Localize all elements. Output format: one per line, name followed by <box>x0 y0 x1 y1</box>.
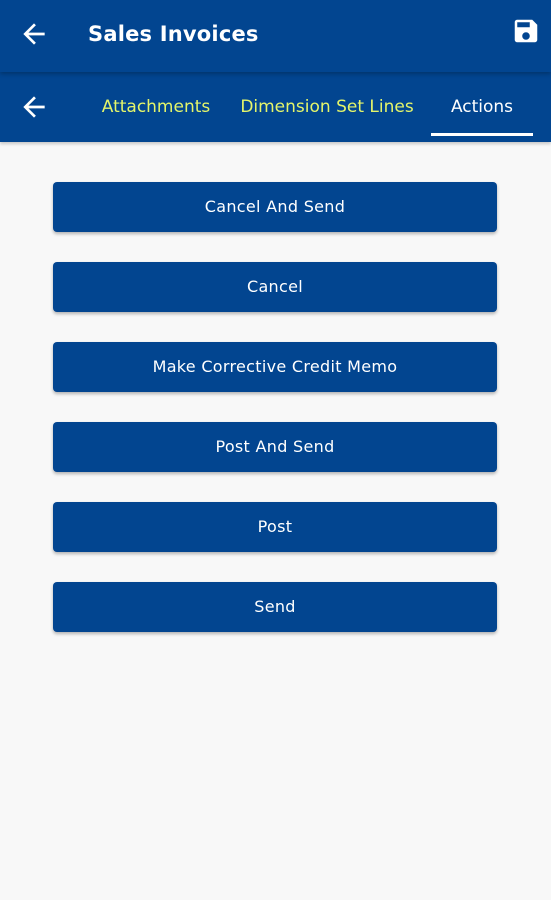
tab-attachments[interactable]: Attachments <box>96 72 216 142</box>
active-tab-indicator <box>431 133 533 136</box>
app-bar: Sales Invoices <box>0 0 551 72</box>
save-icon[interactable] <box>511 16 541 46</box>
tab-bar: Attachments Dimension Set Lines Actions <box>0 72 551 142</box>
page-title: Sales Invoices <box>88 22 259 46</box>
send-button[interactable]: Send <box>53 582 497 632</box>
cancel-button[interactable]: Cancel <box>53 262 497 312</box>
make-corrective-credit-memo-button[interactable]: Make Corrective Credit Memo <box>53 342 497 392</box>
post-and-send-button[interactable]: Post And Send <box>53 422 497 472</box>
tab-actions[interactable]: Actions <box>431 72 533 142</box>
tab-back-arrow-icon[interactable] <box>18 91 50 123</box>
back-arrow-icon[interactable] <box>18 18 50 50</box>
actions-panel: Cancel And Send Cancel Make Corrective C… <box>0 142 551 900</box>
post-button[interactable]: Post <box>53 502 497 552</box>
cancel-and-send-button[interactable]: Cancel And Send <box>53 182 497 232</box>
tab-dimension-set-lines[interactable]: Dimension Set Lines <box>240 72 414 142</box>
